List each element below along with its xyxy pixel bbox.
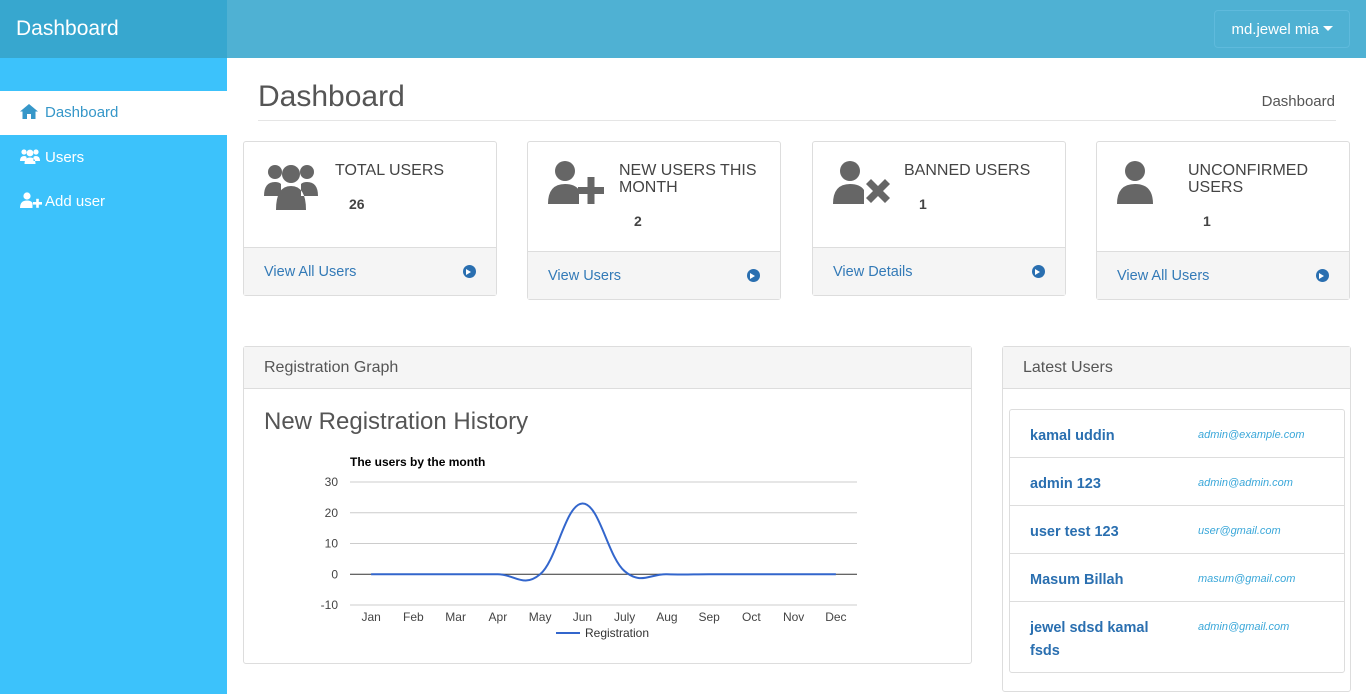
latest-users-list: kamal uddin admin@example.com admin 123 … [1009, 409, 1345, 673]
user-email-link[interactable]: admin@gmail.com [1198, 621, 1289, 633]
user-name-link[interactable]: Masum Billah [1030, 569, 1180, 592]
sidebar-item-label: Add user [45, 193, 106, 210]
chart-title: The users by the month [350, 455, 485, 469]
user-name-link[interactable]: admin 123 [1030, 473, 1180, 496]
legend-label: Registration [585, 626, 649, 640]
x-tick-label: Jan [361, 610, 380, 624]
registration-graph-panel: Registration Graph New Registration Hist… [243, 346, 972, 664]
title-divider [258, 120, 1336, 121]
x-tick-label: Sep [698, 610, 720, 624]
stat-label: NEW USERS THIS MONTH [619, 162, 757, 196]
user-menu-label: md.jewel mia [1231, 21, 1319, 38]
view-users-link[interactable]: View Users [548, 268, 621, 284]
sidebar-item-dashboard[interactable]: Dashboard [0, 91, 227, 135]
x-tick-label: Aug [656, 610, 677, 624]
y-tick-label: 30 [325, 475, 339, 489]
y-tick-label: 0 [331, 567, 338, 581]
user-email-link[interactable]: user@gmail.com [1198, 525, 1281, 537]
stat-value: 1 [1203, 213, 1211, 229]
x-tick-label: Mar [445, 610, 466, 624]
x-tick-label: Jun [573, 610, 592, 624]
stat-value: 26 [349, 196, 365, 212]
caret-down-icon [1323, 26, 1333, 31]
x-tick-label: May [529, 610, 552, 624]
x-tick-label: Nov [783, 610, 804, 624]
user-menu-dropdown[interactable]: md.jewel mia [1214, 10, 1350, 48]
x-tick-label: July [614, 610, 635, 624]
list-item: jewel sdsd kamal fsds admin@gmail.com [1010, 602, 1344, 672]
y-tick-label: 10 [325, 537, 339, 551]
x-tick-label: Apr [489, 610, 508, 624]
y-tick-label: -10 [321, 598, 339, 612]
series-line [371, 502, 836, 582]
latest-users-panel: Latest Users kamal uddin admin@example.c… [1002, 346, 1351, 692]
card-footer: View All Users [1097, 251, 1349, 299]
arrow-circle-right-icon[interactable] [463, 265, 476, 278]
user-email-link[interactable]: admin@example.com [1198, 429, 1305, 441]
brand-title[interactable]: Dashboard [0, 0, 227, 58]
stat-card-new-users: NEW USERS THIS MONTH 2 View Users [527, 141, 781, 300]
registration-line-chart: The users by the month 30 20 10 0 -10 Jan Feb Ma… [321, 455, 857, 640]
view-details-link[interactable]: View Details [833, 264, 913, 280]
list-item: kamal uddin admin@example.com [1010, 410, 1344, 458]
y-tick-label: 20 [325, 506, 339, 520]
user-email-link[interactable]: admin@admin.com [1198, 477, 1293, 489]
page-title: Dashboard [258, 80, 405, 113]
arrow-circle-right-icon[interactable] [747, 269, 760, 282]
users-group-icon [264, 160, 318, 215]
sidebar-item-label: Dashboard [45, 104, 119, 121]
stat-card-total-users: TOTAL USERS 26 View All Users [243, 141, 497, 296]
user-email-link[interactable]: masum@gmail.com [1198, 573, 1295, 585]
user-name-link[interactable]: kamal uddin [1030, 425, 1180, 448]
user-name-link[interactable]: jewel sdsd kamal fsds [1030, 617, 1180, 663]
user-plus-icon [548, 160, 606, 211]
list-item: admin 123 admin@admin.com [1010, 458, 1344, 506]
stat-label: TOTAL USERS [335, 162, 445, 179]
sidebar: Dashboard Users Add user [0, 58, 227, 694]
user-times-icon [833, 160, 891, 211]
arrow-circle-right-icon[interactable] [1032, 265, 1045, 278]
view-all-users-link[interactable]: View All Users [1117, 268, 1209, 284]
x-tick-label: Oct [742, 610, 761, 624]
user-icon [1117, 160, 1153, 211]
list-item: user test 123 user@gmail.com [1010, 506, 1344, 554]
breadcrumb: Dashboard [1261, 93, 1335, 110]
view-all-users-link[interactable]: View All Users [264, 264, 356, 280]
list-item: Masum Billah masum@gmail.com [1010, 554, 1344, 602]
stat-label: UNCONFIRMED USERS [1188, 162, 1308, 196]
stat-card-banned-users: BANNED USERS 1 View Details [812, 141, 1066, 296]
stat-value: 2 [634, 213, 642, 229]
stat-card-unconfirmed-users: UNCONFIRMED USERS 1 View All Users [1096, 141, 1350, 300]
panel-heading: Latest Users [1003, 347, 1350, 389]
sidebar-item-users[interactable]: Users [0, 135, 227, 179]
card-footer: View Details [813, 247, 1065, 295]
stat-value: 1 [919, 196, 927, 212]
stat-label: BANNED USERS [904, 162, 1031, 179]
x-tick-label: Feb [403, 610, 424, 624]
card-footer: View Users [528, 251, 780, 299]
card-footer: View All Users [244, 247, 496, 295]
top-navbar: Dashboard md.jewel mia [0, 0, 1366, 58]
sidebar-item-add-user[interactable]: Add user [0, 179, 227, 223]
users-icon [20, 148, 40, 168]
home-icon [20, 104, 40, 123]
user-name-link[interactable]: user test 123 [1030, 521, 1180, 544]
arrow-circle-right-icon[interactable] [1316, 269, 1329, 282]
x-tick-label: Dec [825, 610, 846, 624]
add-user-icon [20, 192, 42, 212]
sidebar-item-label: Users [45, 149, 85, 166]
